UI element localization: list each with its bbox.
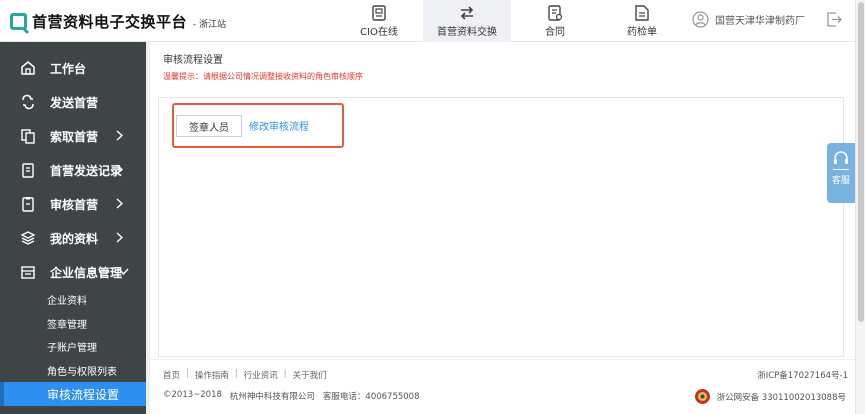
nav-cio-online[interactable]: CIO在线 — [337, 0, 421, 42]
document-icon — [635, 4, 649, 21]
signer-role-button[interactable]: 签章人员 — [176, 115, 242, 137]
active-indicator — [0, 382, 4, 406]
sidebar-item-label: 审核首营 — [50, 197, 99, 212]
nav-exchange[interactable]: 首营资料交换 — [423, 0, 511, 42]
logout-icon — [827, 12, 842, 27]
nav-exchange-label: 首营资料交换 — [437, 26, 497, 38]
send-loop-icon — [22, 94, 34, 110]
sidebar-item-workbench[interactable]: 工作台 — [0, 51, 146, 85]
footer: 首页 | 操作指南 | 行业资讯 | 关于我们 ©2013~2018 杭州神中科技有限… — [150, 359, 855, 414]
copyright: ©2013~2018 杭州神中科技有限公司 客服电话：4006755008 — [163, 390, 428, 402]
enterprise-icon — [21, 266, 35, 279]
customer-service-float[interactable]: 客服 — [827, 143, 855, 203]
logo-mark-icon — [10, 13, 27, 30]
customer-service-label: 客服 — [831, 176, 850, 186]
nav-drug-label: 药检单 — [627, 26, 657, 38]
sidebar-item-my-data[interactable]: 我的资料 — [0, 221, 146, 255]
police-badge-icon — [694, 389, 710, 404]
sidebar-subitem-label: 审核流程设置 — [47, 387, 120, 402]
sidebar-item-send[interactable]: 发送首营 — [0, 85, 146, 119]
layers-icon — [20, 231, 36, 245]
chevron-down-icon — [118, 268, 129, 275]
headset-icon — [834, 151, 848, 164]
footer-link-home[interactable]: 首页 — [163, 369, 180, 381]
service-hotline: 客服电话：4006755008 — [322, 392, 420, 402]
footer-link-guide[interactable]: 操作指南 — [195, 369, 229, 381]
request-doc-icon — [21, 129, 35, 144]
chevron-right-icon — [116, 164, 123, 175]
sidebar-subitem-roles[interactable]: 角色与权限列表 — [0, 358, 146, 382]
logo-title: 首营资料电子交换平台 — [32, 13, 188, 31]
user-name: 国营天津华津制药厂 — [715, 16, 805, 27]
nav-drug-inspection[interactable]: 药检单 — [598, 0, 686, 42]
nav-contract-label: 合同 — [545, 26, 565, 38]
sidebar-subitem-label: 企业资料 — [47, 295, 87, 307]
sidebar-item-label: 发送首营 — [50, 95, 99, 110]
audit-clipboard-icon — [22, 197, 34, 212]
tip-text: 请根据公司情况调整接收资料的角色审核顺序 — [203, 72, 363, 81]
main-content: 审核流程设置 温馨提示：请根据公司情况调整接收资料的角色审核顺序 签章人员 修改… — [150, 42, 855, 414]
sidebar-subitem-enterprise-info[interactable]: 企业资料 — [0, 287, 146, 311]
user-account[interactable]: 国营天津华津制药厂 — [692, 11, 805, 28]
scrollbar-thumb[interactable] — [858, 2, 864, 322]
sidebar-item-label: 我的资料 — [50, 231, 99, 246]
tip-prefix: 温馨提示： — [163, 72, 203, 81]
footer-link-news[interactable]: 行业资讯 — [244, 369, 278, 381]
home-icon — [21, 61, 35, 75]
sidebar-subitem-label: 角色与权限列表 — [47, 366, 117, 378]
copyright-years: ©2013~2018 — [163, 390, 222, 400]
chevron-right-icon — [116, 198, 123, 209]
sidebar-item-audit[interactable]: 审核首营 — [0, 187, 146, 221]
sidebar: 工作台 发送首营 索取首营 首营发送记录 审核首营 我的资料 企业信息管理 企业… — [0, 42, 146, 414]
sidebar-subitem-label: 签章管理 — [47, 319, 87, 331]
sidebar-item-request[interactable]: 索取首营 — [0, 119, 146, 153]
sidebar-item-label: 首营发送记录 — [50, 163, 123, 178]
sidebar-subitem-label: 子账户管理 — [47, 342, 97, 354]
police-record[interactable]: 浙公网安备 33011002013088号 — [694, 388, 846, 405]
page-title: 审核流程设置 — [163, 55, 223, 66]
nav-contract[interactable]: 合同 — [512, 0, 598, 42]
footer-link-about[interactable]: 关于我们 — [293, 369, 327, 381]
warm-tip: 温馨提示：请根据公司情况调整接收资料的角色审核顺序 — [163, 71, 363, 82]
sidebar-subitem-audit-flow[interactable]: 审核流程设置 — [0, 382, 146, 406]
sidebar-item-label: 企业信息管理 — [50, 265, 123, 280]
page-scrollbar[interactable] — [855, 0, 865, 414]
sidebar-item-send-records[interactable]: 首营发送记录 — [0, 153, 146, 187]
nav-cio-label: CIO在线 — [360, 26, 398, 38]
footer-links: 首页 | 操作指南 | 行业资讯 | 关于我们 — [163, 369, 327, 381]
clipboard-icon — [22, 163, 34, 178]
logo[interactable]: 首营资料电子交换平台 - 浙江站 — [10, 11, 226, 32]
audit-flow-card: 签章人员 修改审核流程 — [158, 97, 844, 357]
id-card-icon — [372, 4, 386, 21]
swap-arrows-icon — [460, 5, 474, 20]
sidebar-subitem-sub-accounts[interactable]: 子账户管理 — [0, 334, 146, 358]
sidebar-item-enterprise[interactable]: 企业信息管理 — [0, 255, 146, 289]
top-header: 首营资料电子交换平台 - 浙江站 CIO在线 首营资料交换 合同 药检单 国营天… — [0, 0, 855, 42]
edit-audit-flow-link[interactable]: 修改审核流程 — [249, 118, 309, 133]
chevron-right-icon — [116, 130, 123, 141]
police-record-text: 浙公网安备 33011002013088号 — [716, 392, 846, 403]
logout-button[interactable] — [826, 12, 842, 30]
company-name: 杭州神中科技有限公司 — [229, 392, 315, 402]
logo-station: - 浙江站 — [193, 19, 227, 30]
contract-icon — [547, 4, 562, 21]
sidebar-subitem-signature[interactable]: 签章管理 — [0, 311, 146, 335]
chevron-right-icon — [116, 232, 123, 243]
sidebar-item-label: 索取首营 — [50, 129, 99, 144]
sidebar-item-label: 工作台 — [50, 61, 87, 76]
icp-record[interactable]: 浙ICP备17027164号-1 — [757, 369, 848, 381]
user-avatar-icon — [692, 11, 709, 28]
